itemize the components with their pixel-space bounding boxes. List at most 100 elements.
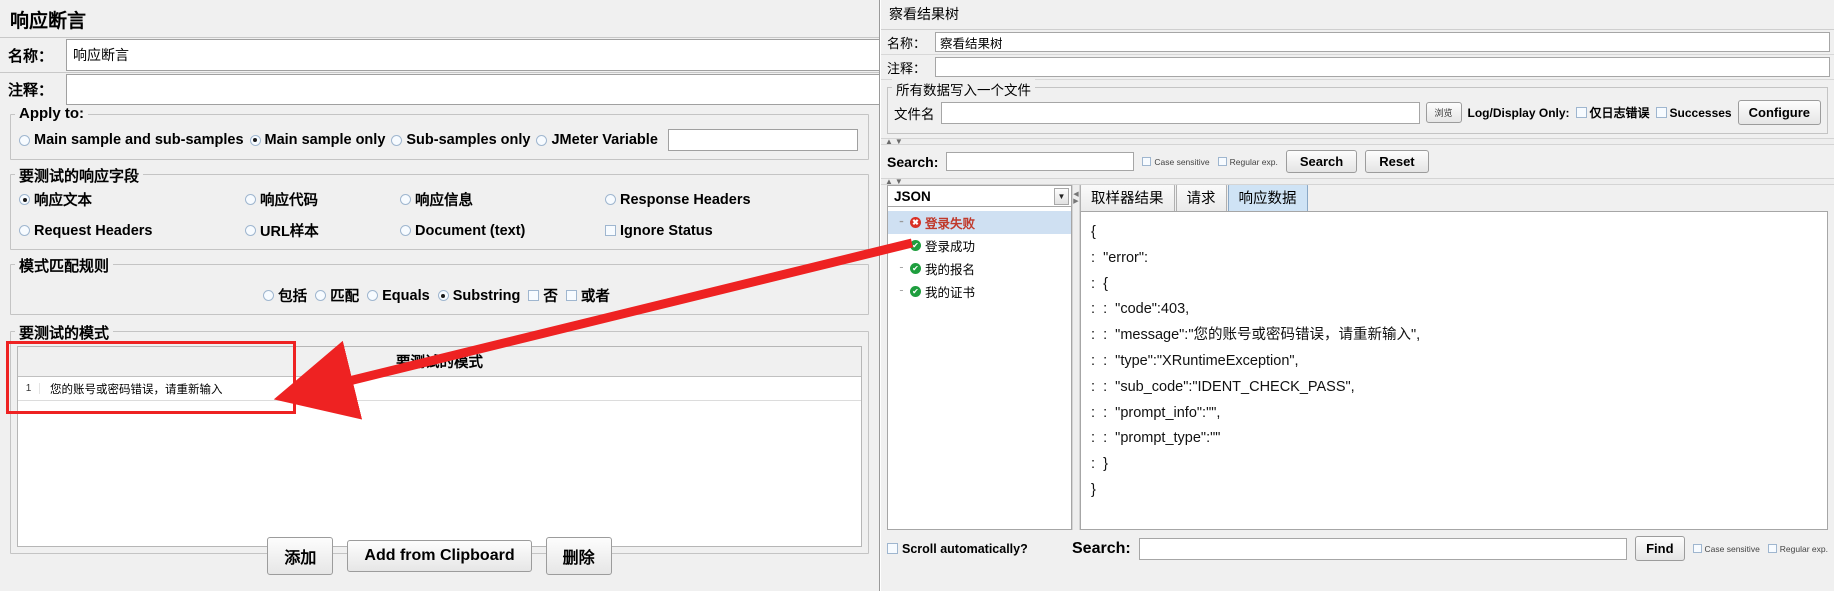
jmeter-variable-input[interactable] xyxy=(667,129,858,151)
tree-connector-icon: ╴ xyxy=(900,263,907,274)
checkbox-icon xyxy=(1655,107,1667,118)
tree-connector-icon: ╴ xyxy=(900,286,907,297)
checkbox-icon xyxy=(605,225,616,236)
bottom-search-input[interactable] xyxy=(1138,537,1628,560)
results-detail-column: 取样器结果 请求 响应数据 { : "error": : { : : "code… xyxy=(1080,183,1828,530)
assertion-comment-row: 注释： xyxy=(0,72,879,106)
tree-item-login-failed[interactable]: ╴ ✖ 登录失败 xyxy=(888,211,1071,234)
scroll-automatically-option[interactable]: Scroll automatically? xyxy=(881,542,1066,556)
splitter-vertical[interactable]: ◀ ▶ xyxy=(1072,185,1080,530)
patterns-table-body[interactable] xyxy=(18,401,861,546)
filename-label: 文件名 xyxy=(894,106,935,122)
response-line: : : "prompt_info":"", xyxy=(1091,404,1221,421)
checkbox-regular-exp[interactable]: Regular exp. xyxy=(1217,157,1278,167)
checkbox-not[interactable]: 否 xyxy=(528,285,558,306)
radio-url-sample[interactable]: URL样本 xyxy=(245,220,394,241)
add-button[interactable]: 添加 xyxy=(267,537,334,575)
tree-item-my-registration[interactable]: ╴ ✔ 我的报名 xyxy=(888,257,1071,280)
radio-icon xyxy=(536,134,548,146)
radio-response-text[interactable]: 响应文本 xyxy=(19,189,239,210)
tree-item-login-success[interactable]: ╴ ✔ 登录成功 xyxy=(888,234,1071,257)
row-number: 1 xyxy=(18,383,40,394)
radio-substring[interactable]: Substring xyxy=(437,288,520,304)
checkbox-ignore-status[interactable]: Ignore Status xyxy=(605,223,854,239)
response-line: } xyxy=(1091,481,1096,498)
splitter-arrows-icon: ▲▼ xyxy=(885,177,905,186)
assertion-comment-input[interactable] xyxy=(66,74,879,105)
results-comment-input[interactable] xyxy=(935,57,1830,77)
results-tree-list[interactable]: ╴ ✖ 登录失败 ╴ ✔ 登录成功 ╴ ✔ 我的报名 ╴ ✔ 我的证书 xyxy=(887,207,1072,530)
results-tree-title: 察看结果树 xyxy=(881,0,1834,30)
apply-to-group: Apply to: Main sample and sub-samples Ma… xyxy=(10,105,869,160)
tab-request[interactable]: 请求 xyxy=(1175,183,1227,211)
option-label: Document (text) xyxy=(415,222,526,239)
splitter-middle[interactable]: ▲▼ xyxy=(881,177,1834,186)
radio-response-message[interactable]: 响应信息 xyxy=(400,189,599,210)
radio-icon xyxy=(245,194,256,205)
checkbox-log-errors-only[interactable]: 仅日志错误 xyxy=(1575,104,1650,121)
checkbox-bottom-regular-exp[interactable]: Regular exp. xyxy=(1767,544,1828,554)
checkbox-icon xyxy=(887,543,898,554)
checkbox-icon xyxy=(1142,157,1152,166)
radio-icon xyxy=(263,290,275,301)
renderer-select[interactable]: JSON ▼ xyxy=(887,185,1072,207)
tab-sampler-result[interactable]: 取样器结果 xyxy=(1080,183,1175,211)
radio-equals[interactable]: Equals xyxy=(367,288,430,304)
response-data-content[interactable]: { : "error": : { : : "code":403, : : "me… xyxy=(1080,211,1828,530)
add-from-clipboard-button[interactable]: Add from Clipboard xyxy=(347,540,532,572)
bottom-search-bar: Search: Find Case sensitive Regular exp. xyxy=(1066,530,1834,567)
checkbox-icon xyxy=(1692,544,1702,553)
search-input[interactable] xyxy=(946,152,1135,171)
radio-jmeter-variable[interactable]: JMeter Variable xyxy=(536,132,658,148)
results-tree-column: JSON ▼ ╴ ✖ 登录失败 ╴ ✔ 登录成功 ╴ ✔ 我的报名 ╴ ✔ 我的… xyxy=(887,185,1072,530)
radio-icon xyxy=(249,134,261,146)
tab-response-data[interactable]: 响应数据 xyxy=(1227,183,1308,211)
table-row[interactable]: 1 您的账号或密码错误，请重新输入 xyxy=(18,377,861,401)
chevron-down-icon: ▼ xyxy=(1054,187,1069,205)
radio-request-headers[interactable]: Request Headers xyxy=(19,223,239,239)
response-field-group: 要测试的响应字段 响应文本 响应代码 响应信息 Response Headers xyxy=(10,165,869,250)
results-name-label: 名称： xyxy=(887,35,927,51)
response-line: : "error": xyxy=(1091,249,1149,266)
patterns-table: 要测试的模式 1 您的账号或密码错误，请重新输入 xyxy=(17,346,862,547)
results-name-input[interactable]: 察看结果树 xyxy=(935,32,1830,52)
tree-connector-icon: ╴ xyxy=(900,217,907,228)
splitter-top[interactable]: ▲▼ xyxy=(881,138,1834,146)
radio-main-sample-only[interactable]: Main sample only xyxy=(249,132,385,148)
tree-item-my-certificate[interactable]: ╴ ✔ 我的证书 xyxy=(888,280,1071,303)
radio-contains[interactable]: 包括 xyxy=(263,285,307,306)
find-button[interactable]: Find xyxy=(1635,536,1685,561)
radio-response-code[interactable]: 响应代码 xyxy=(245,189,394,210)
patterns-column-header: 要测试的模式 xyxy=(18,347,861,377)
radio-document-text[interactable]: Document (text) xyxy=(400,223,599,239)
response-assertion-panel: 响应断言 名称： 响应断言 注释： Apply to: Main sample … xyxy=(0,0,880,591)
checkbox-successes[interactable]: Successes xyxy=(1655,106,1732,120)
response-line: { xyxy=(1091,224,1096,240)
radio-icon xyxy=(315,290,327,301)
option-label: 否 xyxy=(543,289,558,305)
radio-main-sample-and-sub-samples[interactable]: Main sample and sub-samples xyxy=(19,132,244,148)
view-results-tree-panel: 察看结果树 名称： 察看结果树 注释： 所有数据写入一个文件 文件名 浏览 Lo… xyxy=(881,0,1834,591)
search-button[interactable]: Search xyxy=(1285,150,1358,173)
patterns-legend: 要测试的模式 xyxy=(15,322,114,343)
radio-matches[interactable]: 匹配 xyxy=(315,285,359,306)
radio-response-headers[interactable]: Response Headers xyxy=(605,192,854,208)
browse-button[interactable]: 浏览 xyxy=(1425,102,1462,123)
checkbox-case-sensitive[interactable]: Case sensitive xyxy=(1142,157,1210,167)
assertion-comment-label: 注释： xyxy=(8,82,54,99)
option-label: 包括 xyxy=(278,289,308,305)
write-all-data-legend: 所有数据写入一个文件 xyxy=(892,79,1035,99)
write-all-data-group: 所有数据写入一个文件 文件名 浏览 Log/Display Only: 仅日志错… xyxy=(887,79,1828,134)
reset-button[interactable]: Reset xyxy=(1365,150,1429,173)
pattern-rules-legend: 模式匹配规则 xyxy=(15,255,114,276)
filename-input[interactable] xyxy=(940,101,1420,124)
delete-button[interactable]: 删除 xyxy=(545,537,612,575)
checkbox-or[interactable]: 或者 xyxy=(565,285,610,306)
checkbox-bottom-case-sensitive[interactable]: Case sensitive xyxy=(1692,544,1760,554)
assertion-name-input[interactable]: 响应断言 xyxy=(66,39,879,71)
radio-sub-samples-only[interactable]: Sub-samples only xyxy=(391,132,530,148)
option-label: Scroll automatically? xyxy=(902,541,1028,556)
pattern-value-cell[interactable]: 您的账号或密码错误，请重新输入 xyxy=(40,381,861,397)
apply-to-options: Main sample and sub-samples Main sample … xyxy=(19,129,860,151)
configure-button[interactable]: Configure xyxy=(1737,100,1821,125)
